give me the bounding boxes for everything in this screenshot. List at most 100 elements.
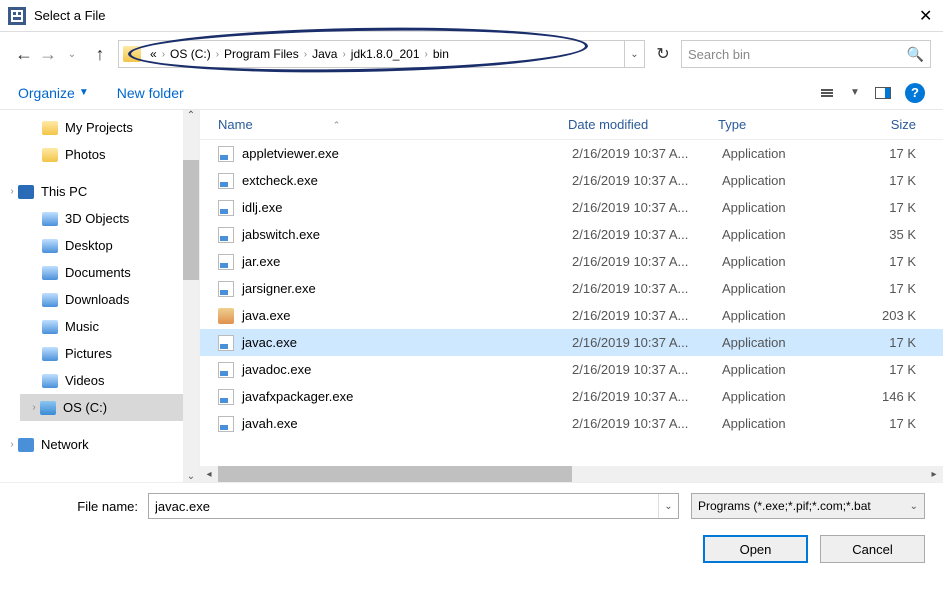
filename-input[interactable] (149, 494, 658, 518)
filename-dropdown-icon[interactable]: ⌄ (658, 494, 678, 518)
file-name: javac.exe (242, 335, 572, 350)
scroll-up-icon[interactable]: ⌃ (183, 110, 199, 121)
search-input-wrap[interactable]: 🔍 (681, 40, 931, 68)
filename-label: File name: (18, 499, 148, 514)
tree-item[interactable]: ›OS (C:) (20, 394, 199, 421)
recent-dropdown[interactable]: ⌄ (60, 49, 84, 60)
column-name[interactable]: Name⌃ (218, 117, 568, 132)
file-size: 17 K (860, 281, 916, 296)
hscroll-thumb[interactable] (218, 466, 572, 482)
file-row[interactable]: idlj.exe2/16/2019 10:37 A...Application1… (200, 194, 943, 221)
file-name: appletviewer.exe (242, 146, 572, 161)
file-date: 2/16/2019 10:37 A... (572, 308, 722, 323)
scroll-down-icon[interactable]: ⌄ (183, 471, 199, 482)
file-icon (218, 416, 234, 432)
file-date: 2/16/2019 10:37 A... (572, 362, 722, 377)
open-button[interactable]: Open (703, 535, 808, 563)
tree-item[interactable]: ›Network (20, 431, 199, 458)
organize-menu[interactable]: Organize ▼ (18, 85, 89, 101)
view-options-button[interactable] (815, 81, 839, 105)
filename-combo[interactable]: ⌄ (148, 493, 679, 519)
breadcrumb[interactable]: «›OS (C:)›Program Files›Java›jdk1.8.0_20… (118, 40, 645, 68)
file-size: 17 K (860, 254, 916, 269)
tree-item-label: Pictures (65, 346, 112, 361)
filter-dropdown-icon[interactable]: ⌄ (910, 501, 918, 512)
tree-item[interactable]: Documents (20, 259, 199, 286)
tree-item[interactable]: 3D Objects (20, 205, 199, 232)
close-icon[interactable]: ✕ (919, 6, 935, 26)
file-type: Application (722, 146, 860, 161)
breadcrumb-item[interactable]: OS (C:) (165, 47, 216, 61)
organize-label: Organize (18, 85, 75, 101)
file-date: 2/16/2019 10:37 A... (572, 200, 722, 215)
tree-scrollbar[interactable]: ⌃ ⌄ (183, 110, 199, 482)
file-row[interactable]: jabswitch.exe2/16/2019 10:37 A...Applica… (200, 221, 943, 248)
file-name: javafxpackager.exe (242, 389, 572, 404)
file-row[interactable]: javafxpackager.exe2/16/2019 10:37 A...Ap… (200, 383, 943, 410)
app-icon (8, 7, 26, 25)
file-row[interactable]: jarsigner.exe2/16/2019 10:37 A...Applica… (200, 275, 943, 302)
folder-icon (123, 46, 141, 62)
file-type-filter[interactable]: Programs (*.exe;*.pif;*.com;*.bat ⌄ (691, 493, 925, 519)
tree-item[interactable]: Photos (20, 141, 199, 168)
window-title: Select a File (34, 8, 919, 23)
tree-item[interactable]: Videos (20, 367, 199, 394)
file-size: 17 K (860, 146, 916, 161)
spec-icon (42, 374, 58, 388)
tree-item[interactable]: Desktop (20, 232, 199, 259)
back-button[interactable]: ← (12, 44, 36, 65)
search-icon[interactable]: 🔍 (907, 46, 924, 63)
expand-icon[interactable]: › (6, 439, 18, 450)
file-type: Application (722, 362, 860, 377)
tree-item-label: Photos (65, 147, 105, 162)
breadcrumb-item[interactable]: bin (428, 47, 454, 61)
folder-icon (42, 121, 58, 135)
history-dropdown-icon[interactable]: ⌄ (624, 41, 644, 67)
file-row[interactable]: java.exe2/16/2019 10:37 A...Application2… (200, 302, 943, 329)
file-row[interactable]: javadoc.exe2/16/2019 10:37 A...Applicati… (200, 356, 943, 383)
help-icon[interactable]: ? (905, 83, 925, 103)
breadcrumb-item[interactable]: « (145, 47, 162, 61)
file-icon (218, 173, 234, 189)
column-size[interactable]: Size (856, 117, 916, 132)
breadcrumb-item[interactable]: Program Files (219, 47, 304, 61)
expand-icon[interactable]: › (28, 402, 40, 413)
file-type: Application (722, 308, 860, 323)
column-type[interactable]: Type (718, 117, 856, 132)
refresh-button[interactable]: ↻ (651, 44, 675, 64)
tree-item-label: Videos (65, 373, 105, 388)
file-row[interactable]: javac.exe2/16/2019 10:37 A...Application… (200, 329, 943, 356)
up-button[interactable]: ↑ (88, 44, 112, 65)
scroll-left-icon[interactable]: ◂ (200, 466, 218, 482)
file-date: 2/16/2019 10:37 A... (572, 254, 722, 269)
preview-pane-button[interactable] (871, 81, 895, 105)
breadcrumb-item[interactable]: jdk1.8.0_201 (346, 47, 425, 61)
horizontal-scrollbar[interactable]: ◂ ▸ (200, 466, 943, 482)
file-date: 2/16/2019 10:37 A... (572, 173, 722, 188)
scroll-right-icon[interactable]: ▸ (925, 466, 943, 482)
search-input[interactable] (688, 47, 907, 62)
new-folder-button[interactable]: New folder (117, 85, 184, 101)
file-size: 17 K (860, 200, 916, 215)
file-row[interactable]: javah.exe2/16/2019 10:37 A...Application… (200, 410, 943, 437)
tree-item[interactable]: Music (20, 313, 199, 340)
file-row[interactable]: appletviewer.exe2/16/2019 10:37 A...Appl… (200, 140, 943, 167)
tree-item[interactable]: Pictures (20, 340, 199, 367)
cancel-button[interactable]: Cancel (820, 535, 925, 563)
file-name: java.exe (242, 308, 572, 323)
file-row[interactable]: extcheck.exe2/16/2019 10:37 A...Applicat… (200, 167, 943, 194)
breadcrumb-item[interactable]: Java (307, 47, 342, 61)
scroll-thumb[interactable] (183, 160, 199, 280)
footer: File name: ⌄ Programs (*.exe;*.pif;*.com… (0, 482, 943, 573)
tree-item[interactable]: My Projects (20, 114, 199, 141)
spec-icon (42, 347, 58, 361)
file-row[interactable]: jar.exe2/16/2019 10:37 A...Application17… (200, 248, 943, 275)
file-name: jar.exe (242, 254, 572, 269)
tree-item[interactable]: Downloads (20, 286, 199, 313)
view-options-dropdown[interactable]: ▼ (843, 81, 867, 105)
column-date[interactable]: Date modified (568, 117, 718, 132)
tree-item[interactable]: ›This PC (20, 178, 199, 205)
file-size: 17 K (860, 362, 916, 377)
file-icon (218, 227, 234, 243)
expand-icon[interactable]: › (6, 186, 18, 197)
